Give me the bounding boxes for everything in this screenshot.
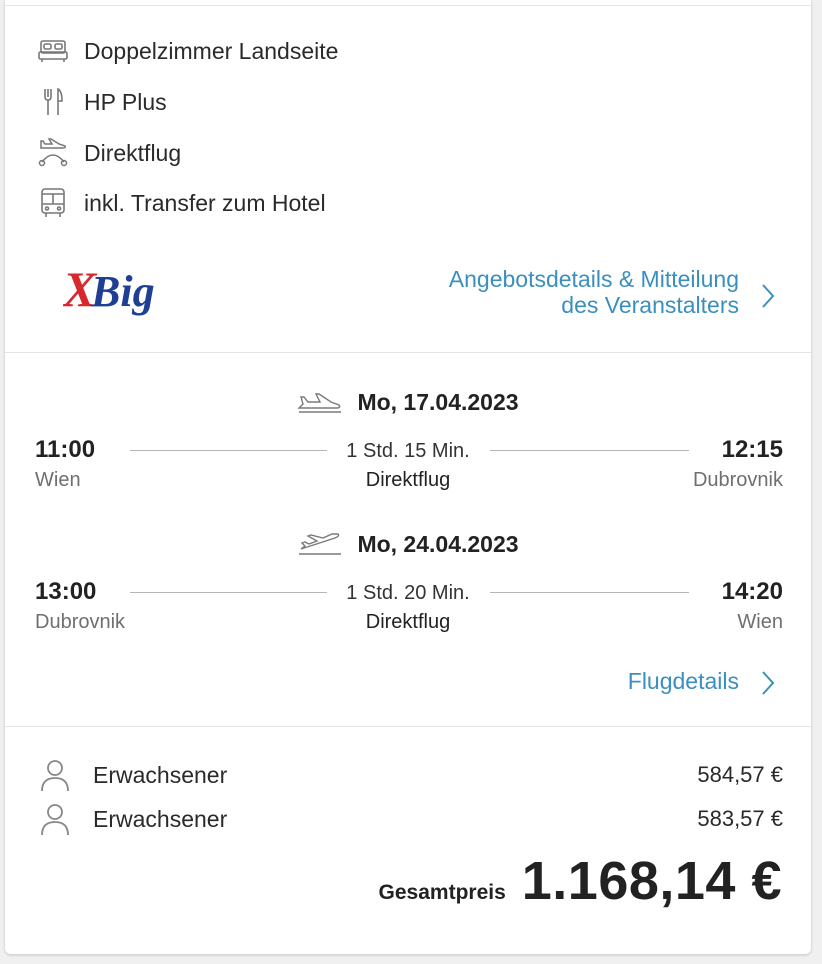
divider — [5, 5, 811, 6]
chevron-right-icon[interactable] — [761, 283, 775, 309]
direct-flight-icon — [37, 137, 69, 169]
total-label: Gesamtpreis — [378, 881, 506, 904]
feature-board: HP Plus — [37, 86, 167, 118]
bus-icon — [37, 187, 69, 219]
bed-icon — [37, 35, 69, 67]
person-icon — [41, 760, 69, 792]
feature-flight: Direktflug — [37, 137, 181, 169]
flight-duration: 1 Std. 20 Min. — [346, 582, 470, 604]
flight-line — [490, 592, 689, 593]
takeoff-icon — [297, 393, 342, 413]
flight-type: Direktflug — [365, 469, 451, 491]
total-price: Gesamtpreis 1.168,14 € — [379, 850, 782, 912]
flight-type: Direktflug — [365, 611, 451, 633]
flight-line — [490, 450, 689, 451]
offer-card: Doppelzimmer Landseite HP Plus Direktflu… — [5, 0, 811, 954]
passenger-row: Erwachsener 583,57 € — [39, 802, 783, 836]
arrival-time: 14:20 — [721, 578, 783, 605]
cutlery-icon — [37, 86, 69, 118]
feature-label: HP Plus — [84, 88, 167, 115]
divider — [5, 726, 811, 727]
feature-room: Doppelzimmer Landseite — [37, 35, 338, 67]
flight-duration: 1 Std. 15 Min. — [346, 440, 470, 462]
svg-text:Big: Big — [90, 267, 155, 316]
offer-details-link[interactable]: Angebotsdetails & Mitteilung des Veranst… — [449, 266, 739, 318]
feature-label: inkl. Transfer zum Hotel — [84, 189, 326, 216]
arrival-city: Wien — [737, 611, 783, 633]
passenger-price: 584,57 € — [697, 762, 783, 787]
passenger-price: 583,57 € — [697, 806, 783, 831]
arrival-city: Dubrovnik — [692, 469, 783, 491]
arrival-time: 12:15 — [721, 436, 783, 463]
flight-date: Mo, 24.04.2023 — [357, 530, 519, 557]
divider — [5, 352, 811, 353]
feature-label: Direktflug — [84, 139, 182, 166]
total-value: 1.168,14 € — [521, 851, 782, 911]
operator-logo: X Big — [61, 261, 173, 324]
feature-transfer: inkl. Transfer zum Hotel — [37, 187, 326, 219]
passenger-row: Erwachsener 584,57 € — [39, 758, 783, 792]
inbound-date-row: Mo, 24.04.2023 — [5, 529, 811, 559]
offer-details-line: Angebotsdetails & Mitteilung — [448, 266, 739, 292]
outbound-date-row: Mo, 17.04.2023 — [5, 387, 811, 417]
takeoff-icon — [299, 533, 342, 555]
flight-details-link[interactable]: Flugdetails — [628, 668, 739, 695]
person-icon — [41, 804, 69, 836]
flight-date: Mo, 17.04.2023 — [357, 388, 519, 415]
feature-label: Doppelzimmer Landseite — [84, 37, 339, 64]
passenger-label: Erwachsener — [93, 761, 228, 788]
chevron-right-icon[interactable] — [761, 670, 775, 696]
offer-details-line: des Veranstalters — [561, 292, 739, 318]
passenger-label: Erwachsener — [93, 805, 228, 832]
